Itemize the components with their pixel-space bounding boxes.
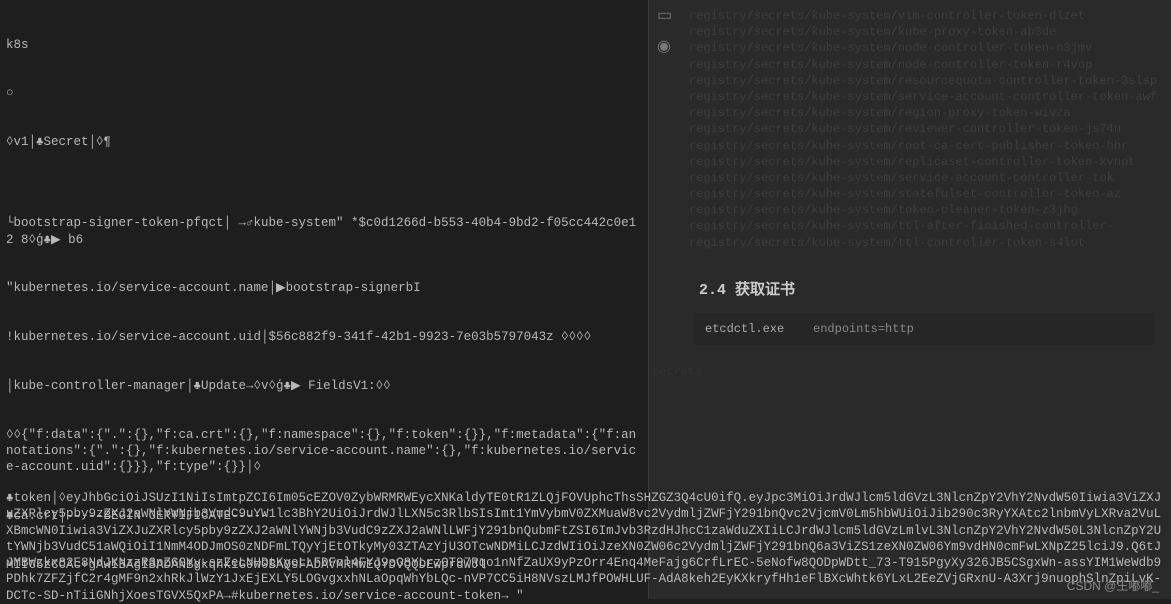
faded-label: secrets — [652, 365, 702, 381]
dim-line: registry/secrets/kube-system/node-contro… — [689, 57, 1159, 73]
token-output: ♣token│◊eyJhbGciOiJSUzI1NiIsImtpZCI6Im05… — [6, 490, 1165, 604]
line: "kubernetes.io/service-account.name│▶boo… — [6, 280, 642, 296]
eye-icon[interactable]: ◉ — [657, 37, 672, 58]
dim-line: registry/secrets/kube-system/statefulset… — [689, 186, 1159, 202]
dim-line: registry/secrets/kube-system/replicaset-… — [689, 154, 1159, 170]
section-header: 2.4 获取证书 — [689, 281, 1159, 301]
code-cmd: etcdctl.exe — [705, 322, 784, 336]
dim-line: registry/secrets/kube-system/root-ca-cer… — [689, 138, 1159, 154]
dim-line: registry/secrets/kube-system/kube-proxy-… — [689, 24, 1159, 40]
dim-registry-list: registry/secrets/kube-system/vim-control… — [689, 8, 1159, 251]
book-icon[interactable]: ▭ — [657, 6, 672, 27]
line: │kube-controller-manager│♣Update→◊v◊ģ♣▶ … — [6, 378, 642, 394]
line: ◊◊{"f:data":{".":{},"f:ca.crt":{},"f:nam… — [6, 427, 642, 476]
code-args: endpoints=http — [813, 322, 914, 336]
line: ○ — [6, 85, 642, 101]
dim-line: registry/secrets/kube-system/service-acc… — [689, 89, 1159, 105]
dim-line: registry/secrets/kube-system/token-clean… — [689, 202, 1159, 218]
dim-line: registry/secrets/kube-system/node-contro… — [689, 40, 1159, 56]
watermark: CSDN @王嘟嘟_ — [1067, 579, 1159, 595]
code-block[interactable]: etcdctl.exe endpoints=http — [693, 313, 1155, 345]
dim-line: registry/secrets/kube-system/region-prox… — [689, 105, 1159, 121]
dim-line: registry/secrets/kube-system/reviewer-co… — [689, 121, 1159, 137]
line: ◊v1│♣Secret│◊¶ — [6, 134, 642, 150]
dim-line: registry/secrets/kube-system/vim-control… — [689, 8, 1159, 24]
line: k8s — [6, 37, 642, 53]
line: !kubernetes.io/service-account.uid│$56c8… — [6, 329, 642, 345]
dim-line: registry/secrets/kube-system/ttl-after-f… — [689, 218, 1159, 234]
dim-line: registry/secrets/kube-system/service-acc… — [689, 170, 1159, 186]
dim-line: registry/secrets/kube-system/ttl-control… — [689, 235, 1159, 251]
line: └bootstrap-signer-token-pfqct│ →♂kube-sy… — [6, 215, 642, 248]
dim-line: registry/secrets/kube-system/resourcequo… — [689, 73, 1159, 89]
